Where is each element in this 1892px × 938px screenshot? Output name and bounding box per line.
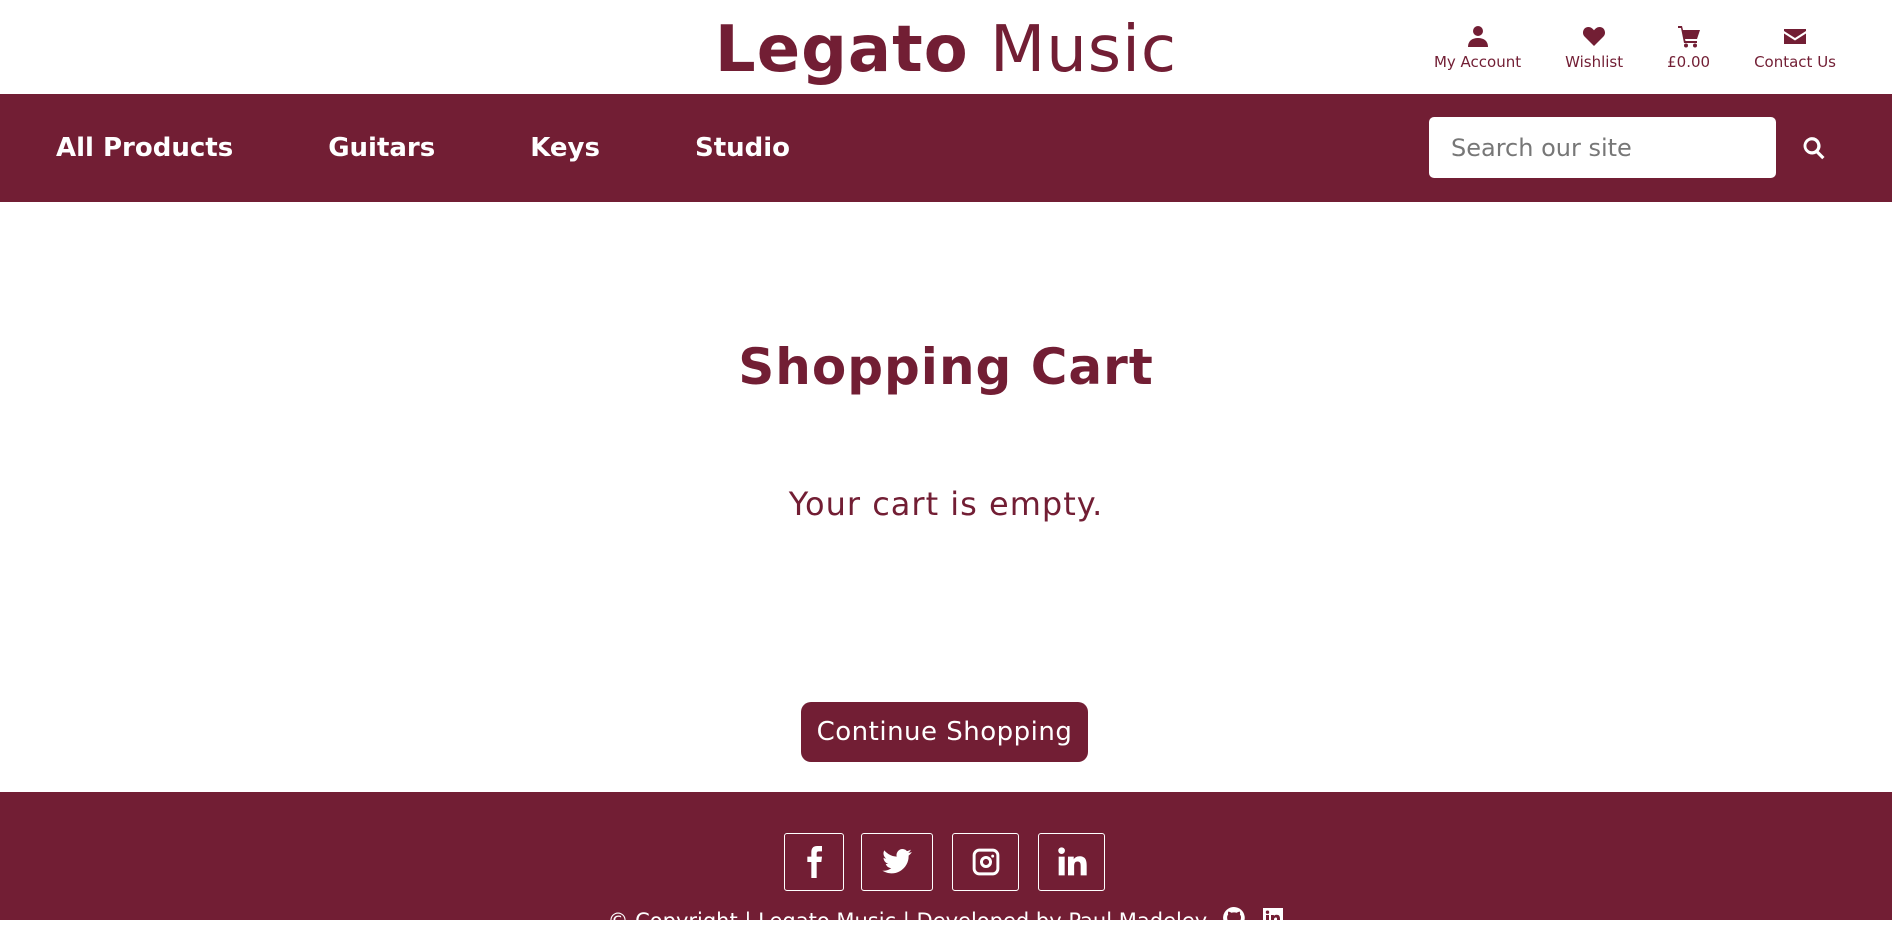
top-header: Legato Music My Account Wishlist £0.00 C… (0, 0, 1892, 94)
footer (0, 792, 1892, 920)
logo-bold: Legato (714, 13, 969, 87)
instagram-link[interactable] (952, 833, 1019, 891)
nav-item-studio[interactable]: Studio (695, 133, 790, 163)
linkedin-link[interactable] (1038, 833, 1105, 891)
copyright-text: © Copyright | Legato Music | Developed b… (607, 909, 1208, 933)
nav-item-guitars[interactable]: Guitars (328, 133, 435, 163)
github-link[interactable] (1222, 906, 1246, 938)
linkedin-icon (1057, 847, 1087, 876)
continue-shopping-button[interactable]: Continue Shopping (801, 702, 1088, 762)
header-links: My Account Wishlist £0.00 Contact Us (1412, 24, 1858, 80)
search-icon (1803, 137, 1825, 160)
facebook-icon (807, 846, 822, 878)
cart-total: £0.00 (1667, 53, 1711, 71)
github-icon (1222, 907, 1245, 929)
contact-us-label: Contact Us (1754, 53, 1836, 71)
facebook-link[interactable] (784, 833, 844, 891)
twitter-link[interactable] (861, 833, 933, 891)
nav-item-keys[interactable]: Keys (530, 133, 600, 163)
linkedin-small-icon (1262, 908, 1283, 928)
page-title: Shopping Cart (738, 338, 1154, 396)
nav-items: All Products Guitars Keys Studio (56, 94, 885, 202)
footer-linkedin-link[interactable] (1261, 906, 1285, 938)
search-button[interactable] (1796, 130, 1832, 166)
my-account-label: My Account (1433, 53, 1522, 71)
user-icon (1467, 26, 1488, 47)
logo-light: Music (990, 13, 1178, 87)
twitter-icon (882, 849, 912, 874)
envelope-icon (1784, 29, 1807, 44)
nav-item-all-products[interactable]: All Products (56, 133, 233, 163)
cart-icon (1677, 26, 1700, 48)
wishlist-link[interactable]: Wishlist (1543, 24, 1645, 80)
heart-icon (1583, 27, 1606, 46)
contact-us-link[interactable]: Contact Us (1732, 24, 1858, 80)
copyright-line: © Copyright | Legato Music | Developed b… (0, 906, 1892, 938)
cart-link[interactable]: £0.00 (1645, 24, 1732, 80)
my-account-link[interactable]: My Account (1412, 24, 1543, 80)
wishlist-label: Wishlist (1565, 53, 1624, 71)
instagram-icon (972, 848, 999, 876)
search-input[interactable] (1429, 117, 1776, 178)
empty-cart-message: Your cart is empty. (788, 485, 1104, 523)
